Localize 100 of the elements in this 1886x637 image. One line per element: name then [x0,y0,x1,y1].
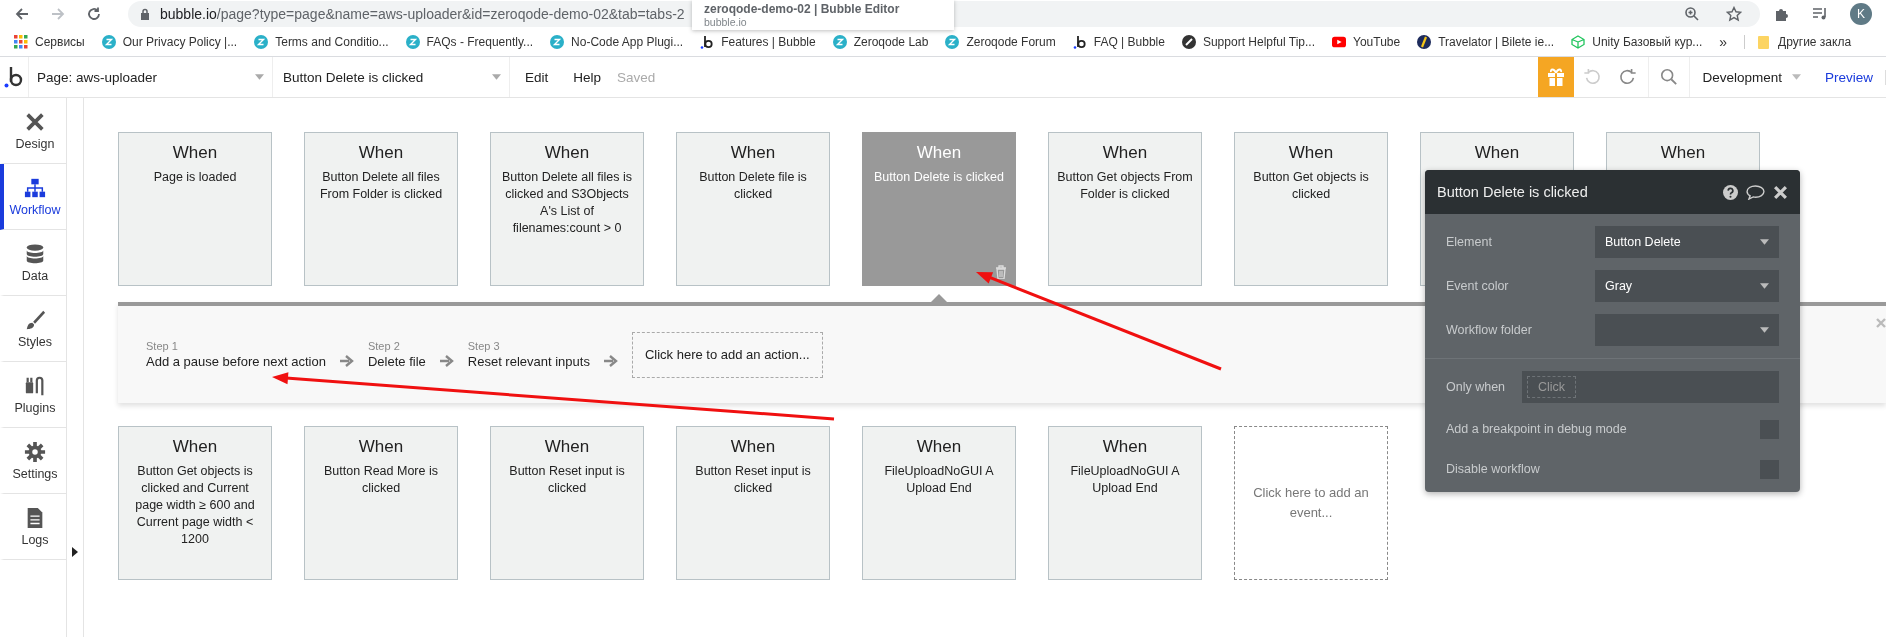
more-bookmarks-button[interactable]: » [1719,34,1728,50]
comment-icon[interactable] [1746,184,1765,200]
field-label: Element [1446,235,1492,249]
event-card[interactable]: When Button Get objects is clicked [1234,132,1388,286]
close-icon[interactable] [1773,184,1788,200]
circle-logo-icon [254,35,269,49]
caret-icon [492,74,501,80]
expand-icon[interactable] [72,547,78,557]
circle-logo-icon [101,35,116,49]
bookmark[interactable]: Travelator | Bilete ie... [1417,35,1555,49]
add-event-button[interactable]: Click here to add an event... [1234,426,1388,580]
logo-icon [700,35,715,49]
bookmark[interactable]: Unity Базовый кур... [1571,35,1703,49]
redo-icon[interactable] [1619,68,1638,86]
panel-title: Button Delete is clicked [1437,184,1589,200]
action-step[interactable]: Step 1 Add a pause before next action [146,340,326,369]
bookmark[interactable]: Zeroqode Lab [832,35,929,49]
arrow-icon [603,354,618,367]
arrow-icon [339,354,354,367]
tooltip-title: zeroqode-demo-02 | Bubble Editor [704,2,901,16]
bookmark[interactable]: Features | Bubble [700,35,816,49]
event-dropdown[interactable]: Button Delete is clicked [273,57,510,97]
gear-icon [24,440,46,463]
tooltip-url: bubble.io [704,16,747,28]
preview-link[interactable]: Preview [1811,69,1886,85]
add-action-button[interactable]: Click here to add an action... [631,331,823,378]
circle-logo-icon [405,35,420,49]
event-card[interactable]: When Button Reset input is clicked [676,426,830,580]
search-icon[interactable] [1660,68,1679,86]
event-card[interactable]: When Button Get objects From Folder is clicked [1048,132,1202,286]
caret-icon [255,74,264,80]
play-logo-icon [1332,35,1346,49]
bookmark[interactable]: Terms and Conditio... [254,35,389,49]
plug-icon [24,374,46,397]
logo-icon[interactable] [4,66,24,88]
cube-logo-icon [1571,35,1586,49]
back-icon[interactable] [14,6,30,22]
caret-icon [1792,74,1801,80]
other-bookmarks[interactable]: Другие закла [1744,35,1852,49]
gift-icon [1546,67,1567,87]
bookmark[interactable]: Сервисы [14,35,85,49]
event-card[interactable]: When FileUploadNoGUI A Upload End [862,426,1016,580]
puzzle-icon[interactable] [1774,6,1790,22]
field-label: Only when [1446,380,1506,394]
action-step[interactable]: Step 2 Delete file [367,340,426,369]
menu-item[interactable]: Edit [525,69,549,85]
sidebar-tab[interactable]: Logs [0,494,66,560]
arrow-icon [439,354,454,367]
bookmark[interactable]: Zeroqode Forum [945,35,1056,49]
event-card[interactable]: When Button Reset input is clicked [490,426,644,580]
bookmark[interactable]: FAQ | Bubble [1072,35,1165,49]
sidebar-tab[interactable]: Styles [0,296,66,362]
bookmark[interactable]: No-Code App Plugi... [550,35,684,49]
lock-icon [140,8,150,20]
playlist-icon[interactable] [1812,6,1828,22]
option-label: Disable workflow [1446,462,1540,476]
property-dropdown[interactable]: Gray [1595,270,1779,302]
event-card[interactable]: When Button Delete all files From Folder is clicked [304,132,458,286]
circle-logo-icon [1417,35,1432,49]
sidebar-tab[interactable]: Plugins [0,362,66,428]
event-card[interactable]: When Button Delete all files is clicked and S3Objects A's List of filenames:count > 0 [490,132,644,286]
option-label: Add a breakpoint in debug mode [1446,422,1627,436]
sidebar-tab[interactable]: Design [0,98,66,164]
profile-avatar[interactable]: K [1850,3,1872,25]
event-card[interactable]: When Button Get objects is clicked and Current page width ≥ 600 and Current page width < 1200 [118,426,272,580]
caret-icon [1760,239,1769,245]
bookmark[interactable]: FAQs - Frequently... [405,35,534,49]
field-label: Workflow folder [1446,323,1532,337]
event-card[interactable]: When Page is loaded [118,132,272,286]
sidebar-tab[interactable]: Workflow [0,164,66,230]
action-step[interactable]: Step 3 Reset relevant inputs [467,340,590,369]
property-dropdown[interactable]: Button Delete [1595,226,1779,258]
environment-dropdown[interactable]: Development [1692,69,1811,85]
bookmark[interactable]: Our Privacy Policy |... [101,35,238,49]
hierarchy-icon [24,176,46,199]
sidebar-tab[interactable]: Settings [0,428,66,494]
circle-logo-icon [550,35,565,49]
circle-logo-icon [1181,35,1196,49]
brush-icon [24,308,46,331]
bookmark[interactable]: YouTube [1332,35,1401,49]
circle-logo-icon [945,35,960,49]
bookmark[interactable]: Support Helpful Tip... [1181,35,1315,49]
field-label: Event color [1446,279,1509,293]
event-card[interactable]: When FileUploadNoGUI A Upload End [1048,426,1202,580]
database-icon [24,242,46,265]
logo-icon [1072,35,1087,49]
page-dropdown[interactable]: Page: aws-uploader [29,57,273,97]
event-card[interactable]: When Button Delete file is clicked [676,132,830,286]
reload-icon[interactable] [86,6,102,22]
event-card[interactable]: When Button Read More is clicked [304,426,458,580]
star-icon[interactable] [1726,6,1742,22]
caret-icon [1760,327,1769,333]
caret-icon [1760,283,1769,289]
apps-grid-icon [14,35,28,49]
help-icon[interactable] [1723,184,1738,200]
circle-logo-icon [832,35,847,49]
zoom-icon[interactable] [1684,6,1700,22]
folder-icon [1757,35,1772,49]
menu-item[interactable]: Help [573,69,602,85]
sidebar-tab[interactable]: Data [0,230,66,296]
